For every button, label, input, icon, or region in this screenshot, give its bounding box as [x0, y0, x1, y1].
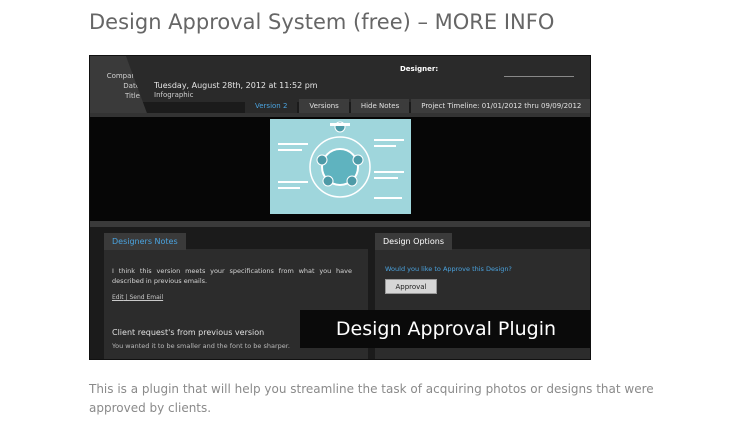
- plugin-caption: Design Approval Plugin: [300, 310, 590, 348]
- designer-line: [504, 76, 574, 77]
- design-options-tab[interactable]: Design Options: [375, 233, 453, 250]
- title-label: Title: [124, 92, 140, 100]
- tab-versions[interactable]: Versions: [299, 99, 349, 113]
- notes-links: Edit | Send Email: [112, 294, 164, 301]
- designer-label: Designer:: [400, 65, 439, 73]
- notes-text: I think this version meets your specific…: [112, 267, 352, 285]
- tab-project-timeline[interactable]: Project Timeline: 01/01/2012 thru 09/09/…: [411, 99, 590, 113]
- screenshot-image: Company Date Title Tuesday, August 28th,…: [89, 55, 591, 360]
- send-email-link[interactable]: Send Email: [129, 294, 163, 301]
- post-title-link[interactable]: Design Approval System (free) – MORE INF…: [89, 10, 554, 34]
- date-value: Tuesday, August 28th, 2012 at 11:52 pm: [154, 81, 318, 90]
- designers-notes-tab[interactable]: Designers Notes: [104, 233, 186, 250]
- approval-button[interactable]: Approval: [385, 279, 437, 294]
- edit-link[interactable]: Edit: [112, 294, 124, 301]
- tab-hide-notes[interactable]: Hide Notes: [350, 99, 410, 113]
- infographic-image: [270, 119, 411, 214]
- request-title: Client request's from previous version: [112, 328, 265, 337]
- approve-question: Would you like to Approve this Design?: [385, 265, 512, 273]
- post-description: This is a plugin that will help you stre…: [89, 382, 654, 415]
- tab-bar: Version 2 Versions Hide Notes Project Ti…: [245, 99, 590, 113]
- title-value: Infographic: [154, 91, 194, 99]
- request-text: You wanted it to be smaller and the font…: [112, 342, 290, 350]
- tab-version-2[interactable]: Version 2: [245, 99, 298, 113]
- divider-2: [90, 221, 590, 227]
